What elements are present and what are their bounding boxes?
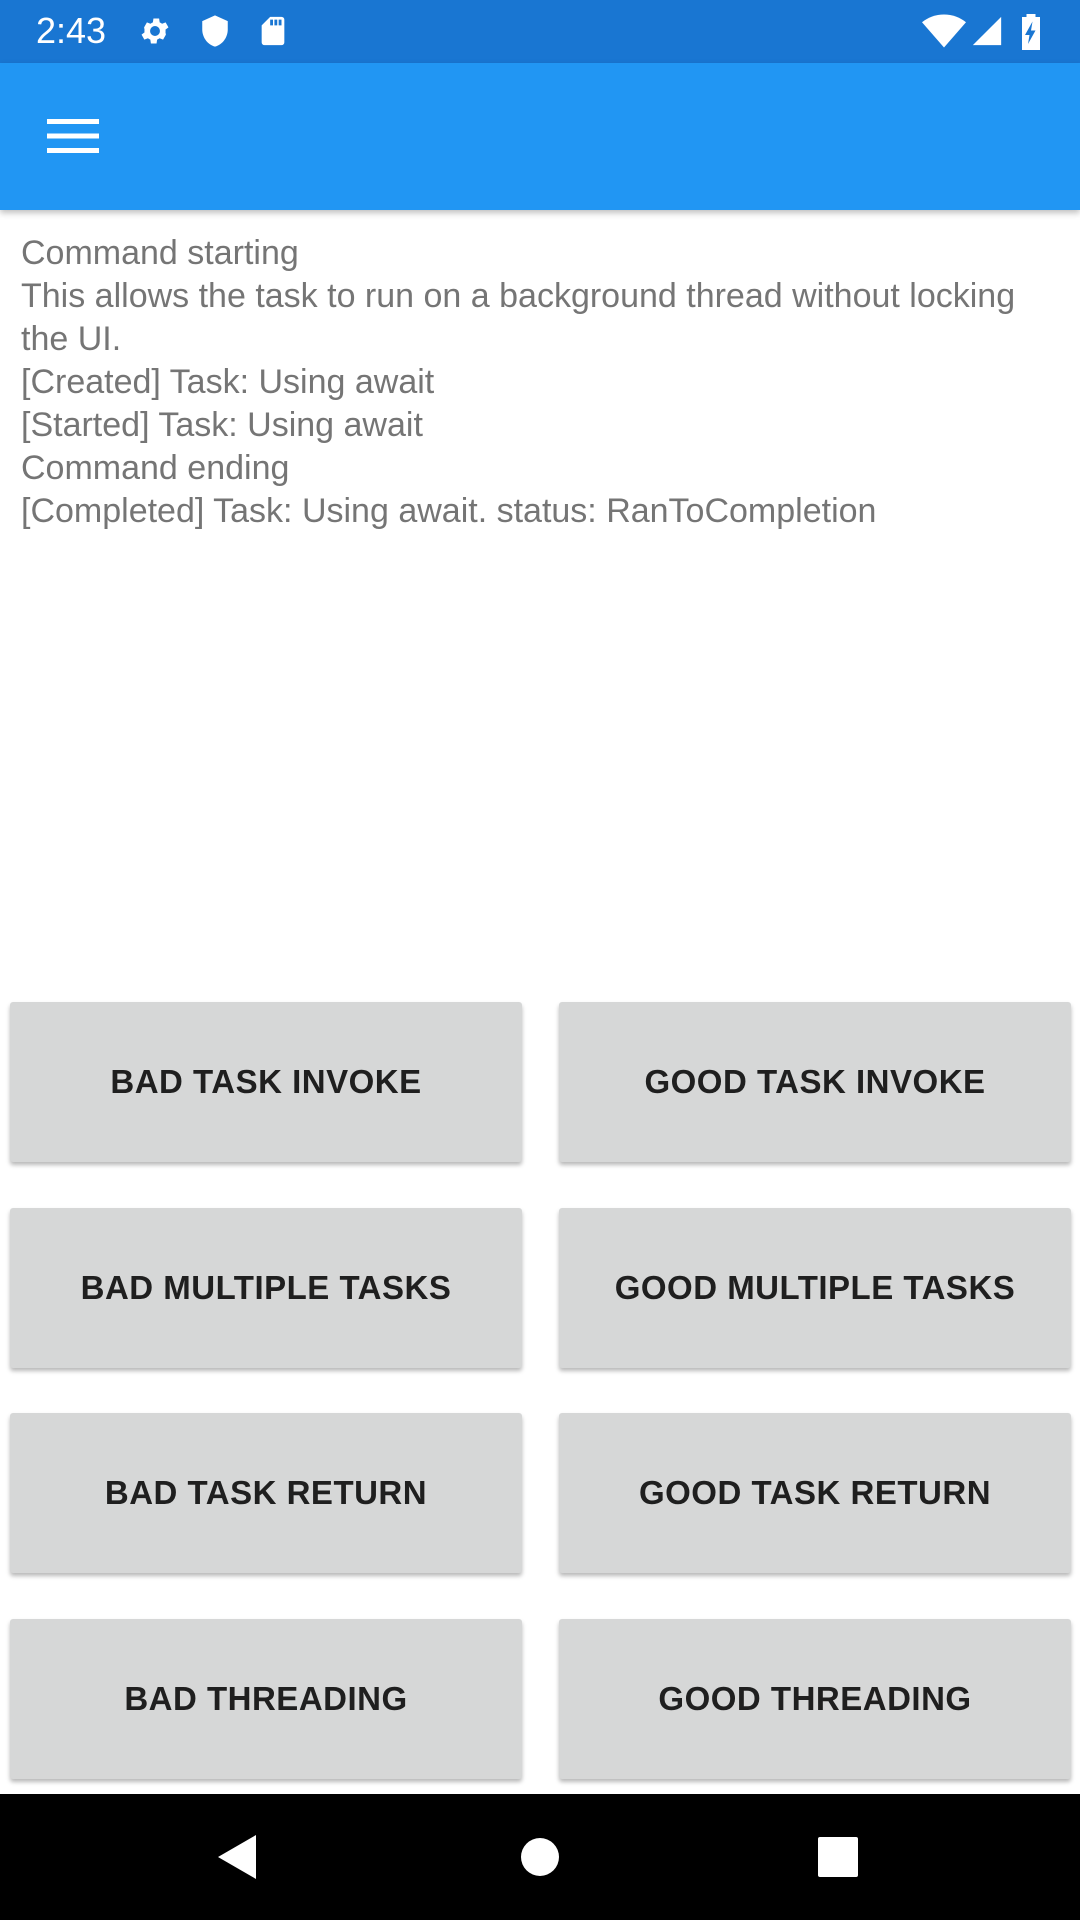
good-threading-button[interactable]: GOOD THREADING [559,1619,1071,1779]
log-line: This allows the task to run on a backgro… [21,277,1025,358]
bad-task-invoke-button[interactable]: BAD TASK INVOKE [10,1002,522,1162]
log-line: [Created] Task: Using await [21,363,435,401]
navigation-bar [0,1794,1080,1920]
status-time: 2:43 [36,10,107,51]
good-task-invoke-button[interactable]: GOOD TASK INVOKE [559,1002,1071,1162]
battery-charging-icon [1018,14,1044,50]
shield-icon [198,14,232,48]
hamburger-menu-icon[interactable] [36,106,110,166]
bad-threading-button[interactable]: BAD THREADING [10,1619,522,1779]
log-output: Command starting This allows the task to… [21,232,1061,533]
home-icon[interactable] [506,1823,574,1891]
log-line: Command starting [21,234,299,272]
wifi-icon [922,14,966,48]
good-multiple-tasks-button[interactable]: GOOD MULTIPLE TASKS [559,1208,1071,1368]
log-line: Command ending [21,449,290,487]
back-icon[interactable] [204,1823,272,1891]
good-task-return-button[interactable]: GOOD TASK RETURN [559,1413,1071,1573]
log-line: [Started] Task: Using await [21,406,423,444]
bad-multiple-tasks-button[interactable]: BAD MULTIPLE TASKS [10,1208,522,1368]
status-bar: 2:43 [0,0,1080,63]
cell-signal-icon [970,14,1004,48]
recents-icon[interactable] [804,1823,872,1891]
app-bar [0,63,1080,210]
gear-icon [138,14,172,48]
bad-task-return-button[interactable]: BAD TASK RETURN [10,1413,522,1573]
sd-card-icon [256,14,290,48]
log-line: [Completed] Task: Using await. status: R… [21,492,877,530]
